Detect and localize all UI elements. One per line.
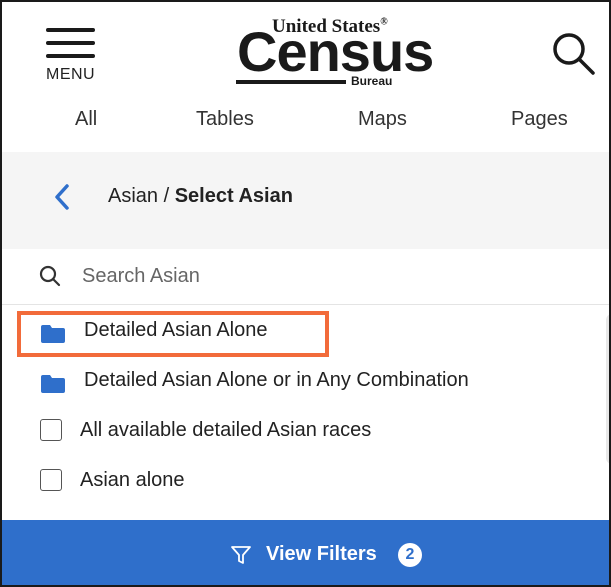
- filter-count-badge: 2: [398, 543, 422, 567]
- logo-census: Census: [237, 20, 434, 83]
- view-filters-button[interactable]: View Filters 2: [2, 520, 609, 585]
- menu-icon: [46, 28, 95, 32]
- census-logo[interactable]: United States® Census Bureau: [234, 16, 434, 92]
- logo-underline: [236, 80, 346, 84]
- tab-tables[interactable]: Tables: [196, 108, 254, 131]
- search-icon: [553, 33, 595, 75]
- checkbox[interactable]: [40, 419, 62, 441]
- menu-label: MENU: [46, 66, 96, 83]
- logo-bureau: Bureau: [351, 74, 393, 88]
- list-item-label: Detailed Asian Alone or in Any Combinati…: [84, 369, 469, 391]
- back-button[interactable]: [52, 182, 72, 212]
- list-item-label: Detailed Asian Alone: [84, 319, 268, 341]
- site-header: MENU United States® Census Bureau: [2, 2, 609, 102]
- breadcrumb-bar: Asian / Select Asian: [2, 152, 609, 249]
- scrollbar-thumb[interactable]: [606, 314, 609, 464]
- list-item-all-detailed-asian-races[interactable]: All available detailed Asian races: [2, 407, 609, 457]
- search-tabs: All Tables Maps Pages: [2, 108, 609, 144]
- filter-icon: [231, 546, 251, 564]
- search-icon: [39, 265, 61, 287]
- breadcrumb-parent[interactable]: Asian: [108, 185, 158, 207]
- tab-all[interactable]: All: [75, 108, 97, 131]
- filter-search-row: [2, 249, 609, 305]
- view-filters-label: View Filters: [266, 543, 377, 565]
- list-item-asian-alone[interactable]: Asian alone: [2, 457, 609, 507]
- breadcrumb-current: Select Asian: [174, 185, 293, 207]
- list-item-label: All available detailed Asian races: [80, 419, 372, 441]
- list-item-label: Asian alone: [80, 469, 185, 491]
- header-search-button[interactable]: [550, 30, 598, 78]
- breadcrumb: Asian / Select Asian: [108, 185, 293, 208]
- checkbox[interactable]: [40, 469, 62, 491]
- tab-maps[interactable]: Maps: [358, 108, 407, 131]
- search-input[interactable]: [82, 261, 582, 291]
- folder-icon: [41, 375, 65, 393]
- breadcrumb-separator: /: [158, 185, 175, 207]
- tab-pages[interactable]: Pages: [511, 108, 568, 131]
- menu-button[interactable]: MENU: [46, 26, 106, 88]
- app-frame: MENU United States® Census Bureau All Ta…: [0, 0, 611, 587]
- list-item-detailed-asian-alone[interactable]: Detailed Asian Alone: [2, 307, 609, 357]
- list-item-detailed-asian-combination[interactable]: Detailed Asian Alone or in Any Combinati…: [2, 357, 609, 407]
- chevron-left-icon: [55, 184, 69, 210]
- folder-icon: [41, 325, 65, 343]
